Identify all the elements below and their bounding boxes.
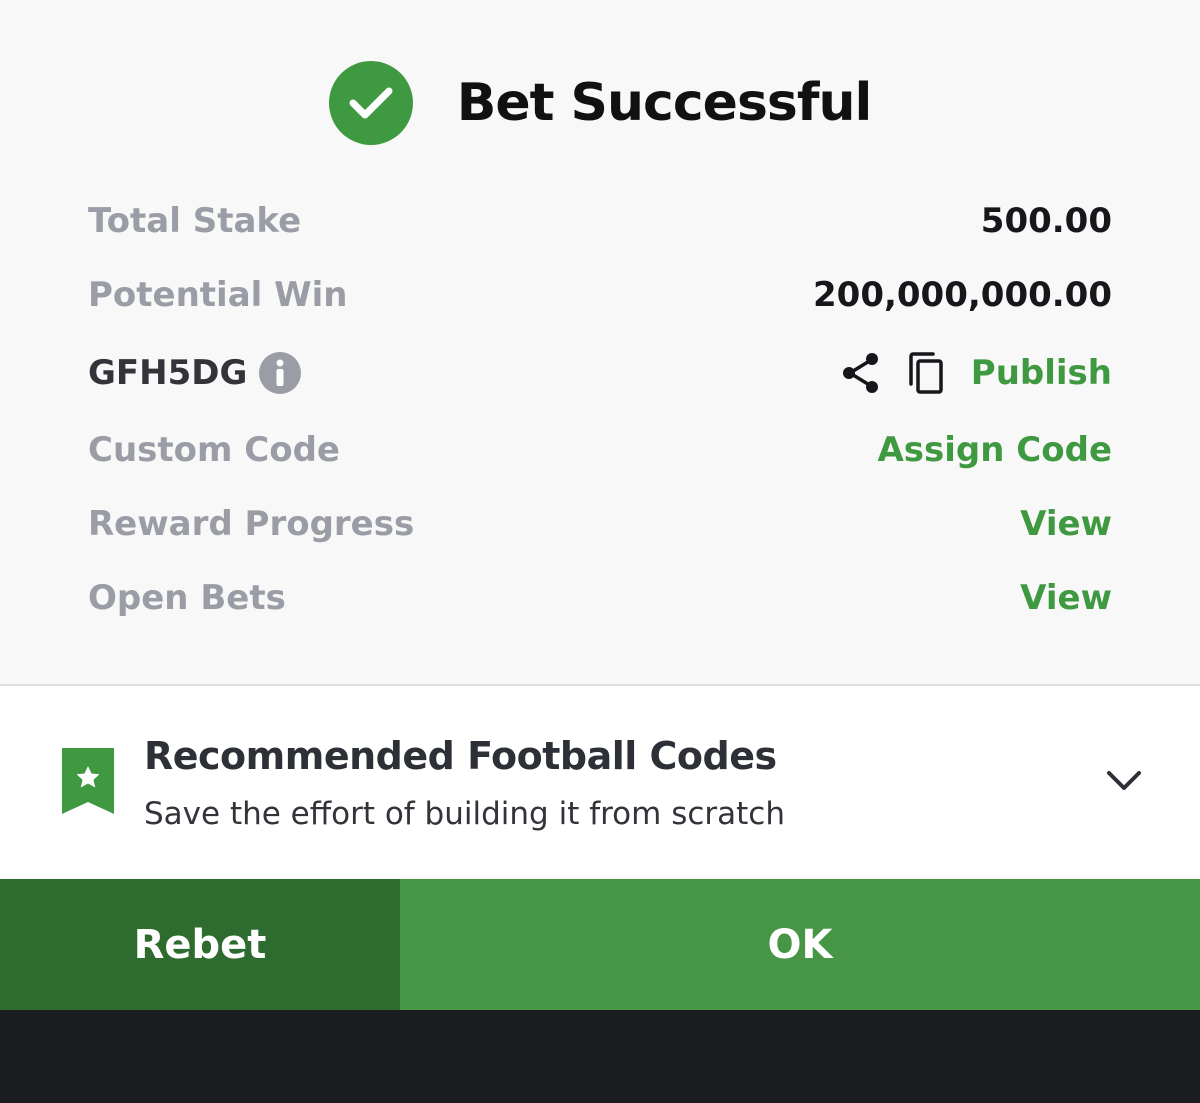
potential-win-value: 200,000,000.00 (813, 275, 1112, 315)
potential-win-row: Potential Win 200,000,000.00 (88, 265, 1112, 325)
ok-button[interactable]: OK (400, 879, 1200, 1010)
action-buttons: Rebet OK (0, 879, 1200, 1010)
total-stake-row: Total Stake 500.00 (88, 191, 1112, 251)
reward-progress-label: Reward Progress (88, 504, 415, 544)
booking-code-row: GFH5DG Publish (88, 343, 1112, 403)
page-title: Bet Successful (456, 73, 873, 133)
recommended-codes-section[interactable] (0, 686, 1200, 878)
booking-code-actions: Publish (841, 352, 1112, 394)
chevron-down-icon[interactable] (1104, 766, 1144, 798)
booking-code-group: GFH5DG (88, 352, 302, 394)
recommended-subtitle: Save the effort of building it from scra… (144, 796, 785, 832)
assign-code-link[interactable]: Assign Code (877, 430, 1112, 470)
booking-code: GFH5DG (88, 353, 248, 393)
bottom-bar (0, 1010, 1200, 1103)
open-bets-label: Open Bets (88, 578, 286, 618)
open-bets-view-link[interactable]: View (1020, 578, 1112, 618)
share-icon[interactable] (841, 352, 881, 394)
open-bets-row: Open Bets View (88, 568, 1112, 628)
custom-code-row: Custom Code Assign Code (88, 420, 1112, 480)
copy-icon[interactable] (907, 352, 945, 394)
reward-progress-row: Reward Progress View (88, 494, 1112, 554)
bookmark-star-icon (60, 748, 116, 820)
header: Bet Successful (0, 58, 1200, 148)
potential-win-label: Potential Win (88, 275, 348, 315)
custom-code-label: Custom Code (88, 430, 340, 470)
info-icon[interactable] (259, 352, 302, 394)
bet-confirmation-panel: Bet Successful Total Stake 500.00 Potent… (0, 0, 1200, 685)
publish-link[interactable]: Publish (971, 353, 1112, 393)
recommended-title: Recommended Football Codes (144, 734, 777, 778)
total-stake-value: 500.00 (980, 201, 1112, 241)
rebet-button[interactable]: Rebet (0, 879, 400, 1010)
total-stake-label: Total Stake (88, 201, 302, 241)
reward-progress-view-link[interactable]: View (1020, 504, 1112, 544)
check-circle-icon (328, 61, 413, 145)
